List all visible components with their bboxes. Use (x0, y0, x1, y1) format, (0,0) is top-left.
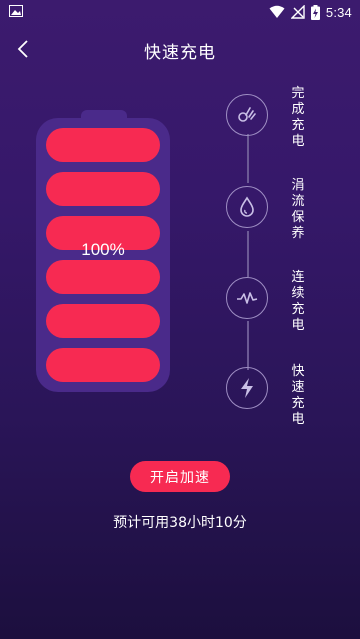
charge-steps: 完成充电 涓流保养 连续充电 快速充电 (226, 86, 356, 440)
battery-percent: 100% (81, 240, 125, 259)
status-icons: 5:34 (269, 3, 352, 21)
signal-icon (290, 5, 305, 19)
battery-cell (46, 172, 160, 206)
battery-charging-icon (310, 4, 320, 20)
step-connector (247, 134, 249, 183)
step-connector (247, 231, 249, 277)
step-label: 涓流保养 (291, 178, 305, 241)
wifi-icon (269, 5, 285, 18)
header: 快速充电 (0, 24, 360, 76)
battery-cell (46, 260, 160, 294)
battery-cell (46, 128, 160, 162)
status-bar: 5:34 (0, 0, 360, 24)
battery-cell (46, 304, 160, 338)
page-title: 快速充电 (144, 43, 216, 63)
battery-graphic: 100% (36, 118, 170, 392)
status-time: 5:34 (325, 4, 352, 20)
step-label: 完成充电 (291, 86, 305, 149)
ok-hand-icon (226, 94, 268, 136)
lightning-icon (226, 367, 268, 409)
waveform-icon (226, 277, 268, 319)
step-label: 快速充电 (291, 364, 305, 427)
boost-button[interactable]: 开启加速 (130, 461, 230, 492)
battery-cell (46, 348, 160, 382)
step-label: 连续充电 (291, 270, 305, 333)
step-connector (247, 321, 249, 370)
estimated-usage-time: 预计可用38小时10分 (113, 515, 247, 531)
image-icon (9, 5, 23, 17)
droplet-icon (226, 186, 268, 228)
